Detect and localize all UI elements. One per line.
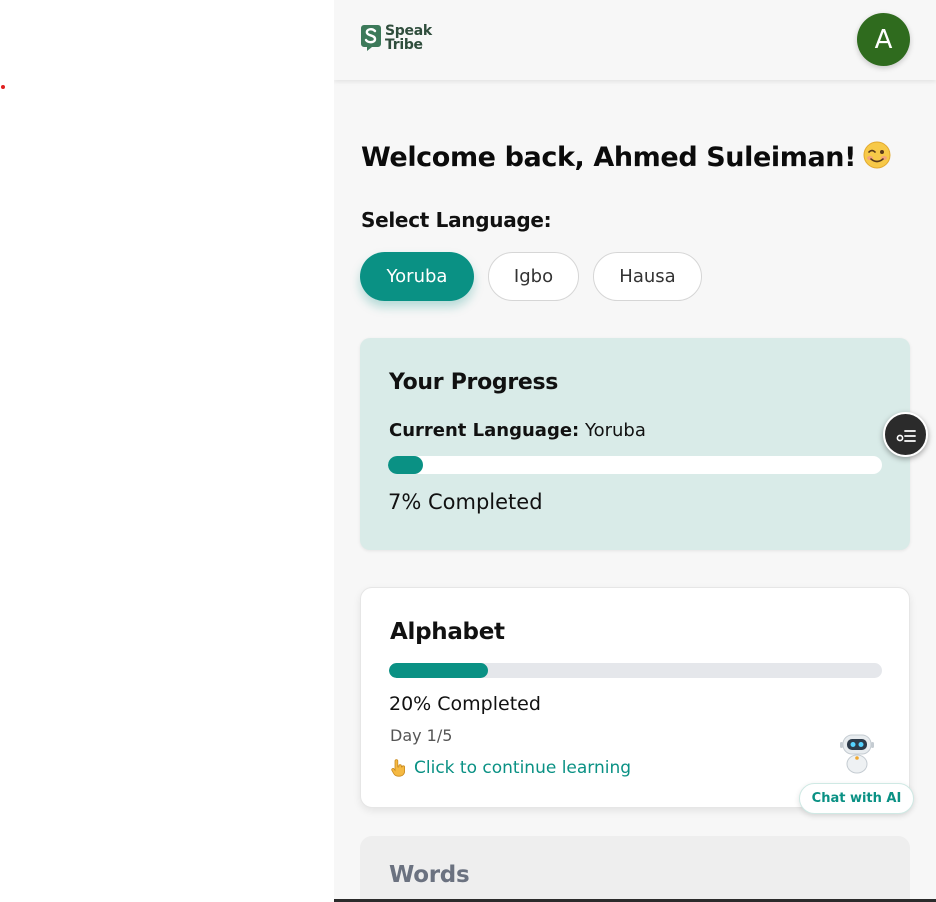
lesson-progress-fill	[389, 663, 488, 678]
lesson-day: Day 1/5	[390, 726, 453, 745]
speaktribe-logo-icon	[361, 25, 381, 51]
select-language-label: Select Language:	[361, 208, 552, 232]
red-dot-marker	[1, 85, 5, 89]
lesson-title-words: Words	[389, 862, 470, 888]
lesson-progress-text: 20% Completed	[389, 693, 541, 715]
app-container: Speak Tribe A Welcome back, Ahmed Suleim…	[334, 0, 936, 902]
logo-line-2: Tribe	[385, 37, 423, 53]
user-avatar[interactable]: A	[857, 13, 910, 66]
current-language: Current Language: Yoruba	[389, 420, 646, 441]
welcome-text: Welcome back, Ahmed Suleiman!	[361, 142, 857, 173]
progress-title: Your Progress	[389, 370, 559, 395]
language-button-igbo[interactable]: Igbo	[488, 252, 579, 301]
smiling-wink-face-icon	[863, 141, 891, 169]
lesson-title: Alphabet	[390, 619, 505, 645]
logo-text: Speak Tribe	[385, 24, 432, 52]
lesson-card-alphabet[interactable]: Alphabet 20% Completed Day 1/5 Click to …	[360, 587, 910, 808]
current-language-label: Current Language:	[389, 420, 580, 441]
progress-card: Your Progress Current Language: Yoruba 7…	[360, 338, 910, 550]
lesson-card-words[interactable]: Words	[360, 836, 910, 902]
current-language-value: Yoruba	[584, 420, 646, 441]
logo-line-1: Speak	[385, 23, 432, 39]
chat-with-ai-button[interactable]: Chat with AI	[799, 783, 914, 814]
welcome-heading: Welcome back, Ahmed Suleiman!	[361, 140, 892, 173]
continue-learning-text: Click to continue learning	[414, 758, 632, 778]
top-bar: Speak Tribe A	[334, 0, 936, 80]
side-menu-fab[interactable]	[883, 412, 928, 457]
lesson-progress-bar	[389, 663, 882, 678]
language-button-hausa[interactable]: Hausa	[593, 252, 702, 301]
filter-list-icon	[896, 429, 916, 442]
continue-learning-link[interactable]: Click to continue learning	[390, 758, 631, 778]
logo[interactable]: Speak Tribe	[360, 24, 432, 52]
overall-progress-bar	[388, 456, 882, 474]
language-button-yoruba[interactable]: Yoruba	[360, 252, 474, 301]
overall-progress-text: 7% Completed	[388, 490, 543, 514]
pointing-hand-icon	[391, 759, 405, 777]
overall-progress-fill	[388, 456, 423, 474]
robot-icon[interactable]	[839, 732, 875, 774]
